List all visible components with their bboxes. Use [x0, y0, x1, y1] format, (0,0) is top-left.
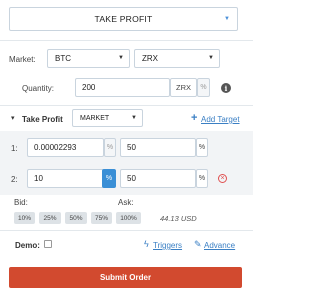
caret-down-icon: ▼	[131, 115, 137, 121]
target-percent-unit-label: %	[198, 175, 206, 182]
percent-button-100[interactable]: 100%	[116, 212, 141, 224]
target-price-percent-toggle[interactable]: %	[102, 169, 116, 188]
plus-icon[interactable]: +	[191, 113, 197, 124]
market-label: Market:	[9, 55, 36, 64]
percent-button-10[interactable]: 10%	[14, 212, 35, 224]
target-percent-unit: %	[196, 169, 208, 188]
percent-button-75[interactable]: 75%	[91, 212, 112, 224]
target-index: 1:	[11, 144, 18, 153]
take-profit-type-value: MARKET	[80, 114, 110, 122]
target-percent-input[interactable]: 50	[120, 169, 196, 188]
target-price-percent-toggle[interactable]: %	[104, 138, 116, 157]
percent-button-label: 10%	[17, 214, 31, 222]
quantity-percent-toggle[interactable]: %	[197, 78, 210, 97]
quantity-unit: ZRX	[170, 78, 197, 97]
triggers-link[interactable]: Triggers	[153, 241, 182, 250]
market-base-select[interactable]: BTC ▼	[47, 49, 130, 68]
target-price-unit: %	[105, 175, 113, 182]
order-type-title: TAKE PROFIT	[94, 14, 153, 24]
quantity-unit-label: ZRX	[176, 83, 191, 92]
market-quote-value: ZRX	[142, 54, 158, 63]
take-profit-panel: TAKE PROFIT ▼ Market: BTC ▼ ZRX ▼ Quanti…	[0, 0, 253, 300]
target-price-unit: %	[106, 144, 114, 151]
quantity-input[interactable]: 200	[75, 78, 170, 97]
chevron-down-icon: ▼	[224, 16, 230, 22]
target-price-input[interactable]: 10	[27, 169, 104, 188]
info-icon[interactable]: i	[221, 83, 231, 93]
take-profit-type-select[interactable]: MARKET ▼	[72, 109, 143, 127]
target-price-value: 10	[34, 174, 43, 183]
add-target-link[interactable]: Add Target	[201, 115, 240, 124]
target-index: 2:	[11, 175, 18, 184]
available-balance: 44.13 USD	[160, 214, 197, 223]
divider	[0, 105, 253, 106]
target-percent-unit: %	[196, 138, 208, 157]
target-percent-value: 50	[127, 174, 136, 183]
demo-label: Demo:	[15, 241, 40, 250]
percent-button-label: 100%	[120, 214, 137, 222]
submit-order-button[interactable]: Submit Order	[9, 267, 242, 288]
quantity-label: Quantity:	[22, 84, 55, 93]
quantity-percent-label: %	[200, 84, 207, 91]
edit-icon[interactable]: ✎	[194, 239, 202, 250]
target-price-input[interactable]: 0.00002293	[27, 138, 104, 157]
collapse-chevron-icon[interactable]: ▾	[11, 114, 15, 122]
caret-down-icon: ▼	[208, 55, 214, 61]
market-base-value: BTC	[55, 54, 71, 63]
percent-button-25[interactable]: 25%	[39, 212, 61, 224]
percent-button-label: 25%	[43, 214, 57, 222]
bid-label: Bid:	[14, 198, 28, 207]
ask-label: Ask:	[118, 198, 134, 207]
divider	[0, 230, 253, 231]
order-type-dropdown[interactable]: TAKE PROFIT ▼	[9, 7, 238, 31]
target-percent-value: 50	[127, 143, 136, 152]
market-quote-select[interactable]: ZRX ▼	[134, 49, 220, 68]
caret-down-icon: ▼	[118, 55, 124, 61]
take-profit-label: Take Profit	[22, 115, 63, 124]
target-price-value: 0.00002293	[34, 143, 77, 152]
quantity-value: 200	[82, 83, 96, 92]
remove-target-icon[interactable]: ×	[218, 174, 227, 183]
submit-order-label: Submit Order	[99, 273, 152, 282]
percent-button-50[interactable]: 50%	[65, 212, 87, 224]
target-percent-unit-label: %	[198, 144, 206, 151]
lightning-icon[interactable]: ϟ	[144, 239, 149, 249]
percent-button-label: 75%	[94, 214, 108, 222]
divider	[0, 40, 253, 41]
demo-checkbox[interactable]	[44, 240, 52, 248]
advance-link[interactable]: Advance	[204, 241, 235, 250]
percent-button-label: 50%	[69, 214, 83, 222]
target-percent-input[interactable]: 50	[120, 138, 196, 157]
